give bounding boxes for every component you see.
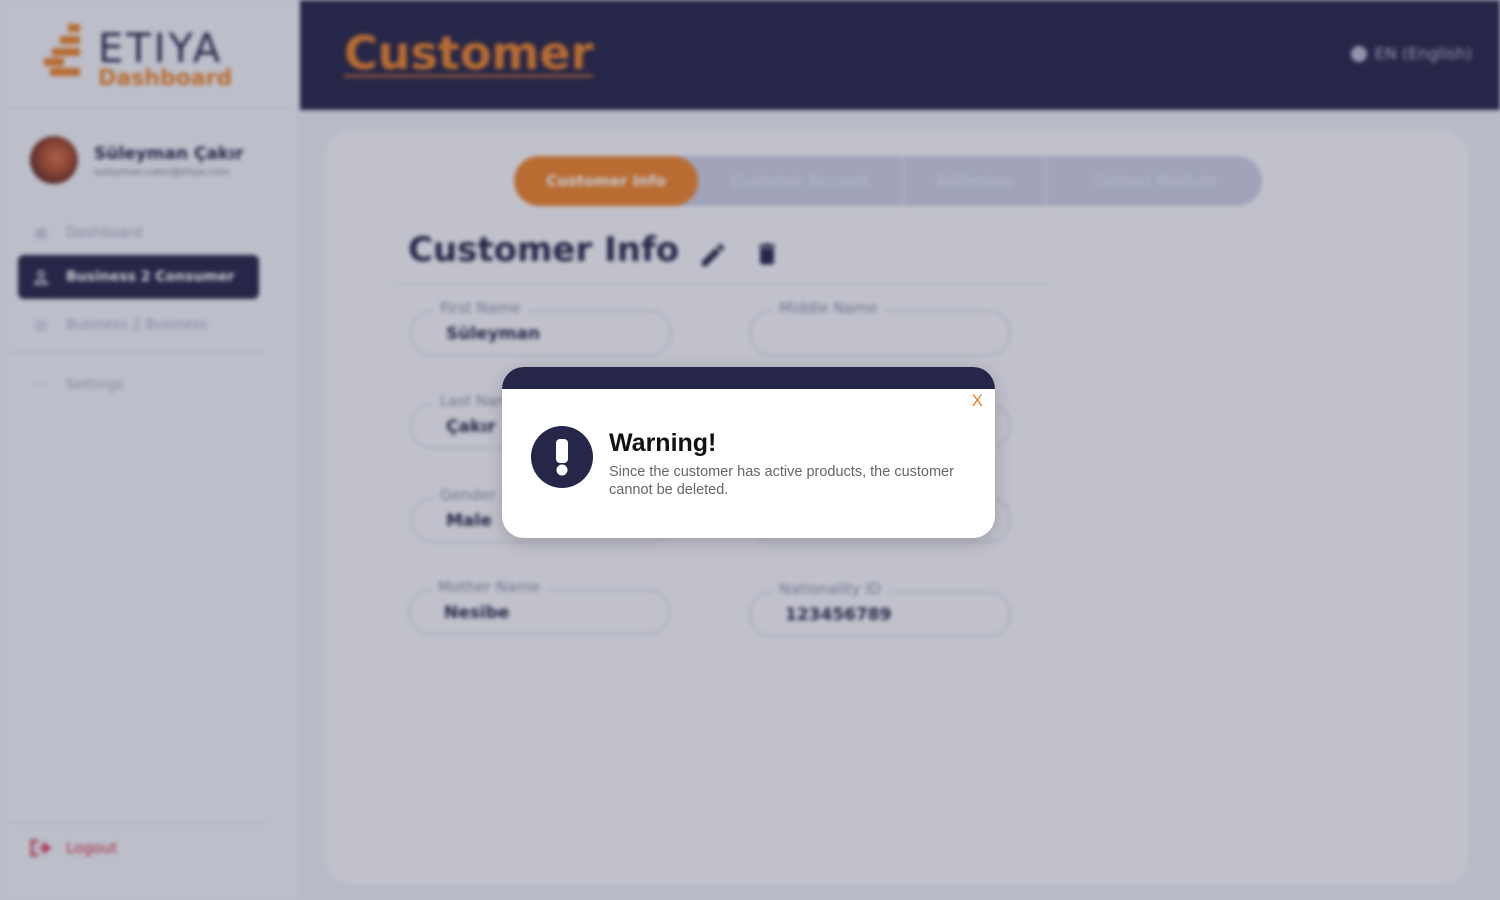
dialog-title: Warning!	[609, 429, 717, 457]
dialog-message: Since the customer has active products, …	[609, 464, 954, 498]
close-button[interactable]: X	[972, 391, 983, 411]
exclamation-icon	[531, 426, 593, 488]
warning-dialog: X Warning! Since the customer has active…	[502, 367, 995, 538]
dialog-header	[502, 367, 995, 389]
